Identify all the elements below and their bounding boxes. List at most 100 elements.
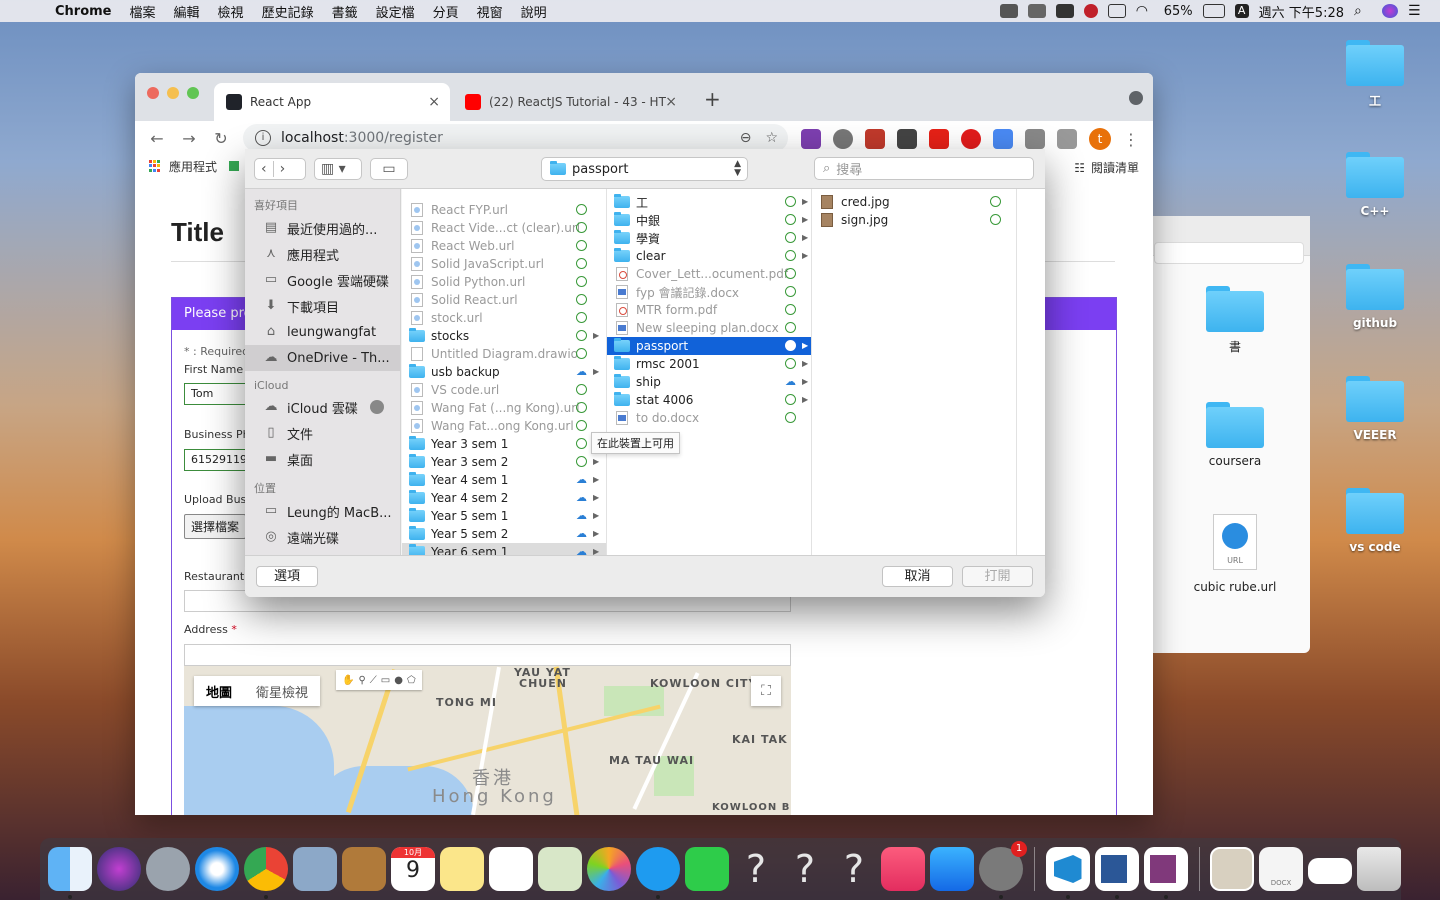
- sidebar-item-icloud-drive[interactable]: ☁ iCloud 雲碟: [245, 394, 400, 420]
- siri-icon[interactable]: [1382, 4, 1398, 18]
- file-row[interactable]: Solid JavaScript.url: [402, 255, 606, 273]
- profile-avatar[interactable]: t: [1089, 128, 1111, 150]
- folder-row[interactable]: ship ☁ ▶: [607, 373, 811, 391]
- folder-row[interactable]: Year 3 sem 2 ▶: [402, 453, 606, 471]
- sidebar-item-home[interactable]: ⌂ leungwangfat: [245, 319, 400, 345]
- polygon-icon[interactable]: ⬠: [407, 675, 416, 686]
- sidebar-item-recents[interactable]: ▤ 最近使用過的...: [245, 215, 400, 241]
- vscode-dock-icon[interactable]: [1045, 847, 1090, 899]
- folder-row[interactable]: 工 ▶: [607, 193, 811, 211]
- file-row[interactable]: Solid Python.url: [402, 273, 606, 291]
- dialog-back-icon[interactable]: ‹: [255, 161, 273, 177]
- block-icon[interactable]: [1083, 4, 1098, 18]
- rectangle-icon[interactable]: ▭: [381, 675, 390, 686]
- safari-dock-icon[interactable]: [195, 847, 239, 891]
- sidebar-item-remote-disc[interactable]: ◎ 遠端光碟: [245, 524, 400, 550]
- bookmark-green-icon[interactable]: [229, 161, 240, 171]
- memory-icon[interactable]: [1107, 4, 1126, 18]
- wifi-icon[interactable]: ◠: [1136, 4, 1154, 18]
- business-phone-input[interactable]: 61529119: [184, 449, 247, 471]
- onenote-dock-icon[interactable]: [1143, 847, 1188, 899]
- file-row[interactable]: VS code.url: [402, 381, 606, 399]
- file-row[interactable]: stock.url: [402, 309, 606, 327]
- tab-react-app[interactable]: React App ×: [214, 83, 450, 121]
- sidebar-item-google-drive[interactable]: ▭ Google 雲端硬碟: [245, 267, 400, 293]
- file-row[interactable]: Cover_Lett...ocument.pdf: [607, 265, 811, 283]
- settings-extension-icon[interactable]: [833, 129, 853, 149]
- file-row[interactable]: React Web.url: [402, 237, 606, 255]
- folder-row[interactable]: Year 5 sem 1 ☁ ▶: [402, 507, 606, 525]
- sync-icon[interactable]: [1027, 4, 1046, 18]
- location-popup[interactable]: passport ▲ ▼: [541, 157, 748, 181]
- menu-bookmarks[interactable]: 書籤: [323, 2, 367, 21]
- menu-history[interactable]: 歷史記錄: [253, 2, 323, 21]
- map-tab-satellite[interactable]: 衛星檢視: [244, 682, 320, 701]
- maps-dock-icon[interactable]: [538, 847, 582, 891]
- forward-icon[interactable]: →: [173, 129, 205, 148]
- finder-item-cubic-rube[interactable]: URL cubic rube.url: [1175, 514, 1295, 594]
- onenote-extension-icon[interactable]: [801, 129, 821, 149]
- file-row[interactable]: cred.jpg: [812, 193, 1016, 211]
- file-row[interactable]: New sleeping plan.docx: [607, 319, 811, 337]
- siri-dock-icon[interactable]: [97, 847, 141, 891]
- file-row[interactable]: Solid React.url: [402, 291, 606, 309]
- finder-dock-icon[interactable]: [48, 847, 92, 899]
- cloud-upload-icon[interactable]: [1055, 4, 1074, 18]
- hand-extension-icon[interactable]: [961, 129, 981, 149]
- word-dock-icon[interactable]: [1094, 847, 1139, 899]
- unknown-app-icon[interactable]: ?: [734, 847, 778, 891]
- file-row[interactable]: Untitled Diagram.drawio: [402, 345, 606, 363]
- desktop-folder-vscode[interactable]: vs code: [1330, 488, 1420, 554]
- reading-list[interactable]: ☷ 閱讀清單: [1074, 159, 1139, 176]
- trash-dock-icon[interactable]: [1357, 847, 1401, 891]
- menu-app-name[interactable]: Chrome: [46, 4, 121, 19]
- file-row[interactable]: React FYP.url: [402, 201, 606, 219]
- new-tab-icon[interactable]: +: [704, 87, 721, 111]
- menu-profiles[interactable]: 設定檔: [367, 2, 424, 21]
- sidebar-item-onedrive[interactable]: ☁ OneDrive - Th...: [245, 345, 400, 371]
- desktop-folder-cpp[interactable]: C++: [1330, 152, 1420, 218]
- folder-row[interactable]: 中銀 ▶: [607, 211, 811, 229]
- photos-dock-icon[interactable]: [587, 847, 631, 891]
- folder-row[interactable]: rmsc 2001 ▶: [607, 355, 811, 373]
- folder-row[interactable]: Year 5 sem 2 ☁ ▶: [402, 525, 606, 543]
- tab-search-icon[interactable]: [1129, 91, 1143, 105]
- folder-row[interactable]: 學資 ▶: [607, 229, 811, 247]
- folder-row[interactable]: Year 4 sem 2 ☁ ▶: [402, 489, 606, 507]
- folder-row[interactable]: clear ▶: [607, 247, 811, 265]
- desktop-folder-veeer[interactable]: VEEER: [1330, 376, 1420, 442]
- tab-youtube[interactable]: (22) ReactJS Tutorial - 43 - HT ×: [457, 83, 687, 121]
- media-control-icon[interactable]: [1057, 129, 1077, 149]
- menu-window[interactable]: 視窗: [468, 2, 512, 21]
- file-row[interactable]: MTR form.pdf: [607, 301, 811, 319]
- cancel-button[interactable]: 取消: [882, 566, 953, 587]
- launchpad-dock-icon[interactable]: [146, 847, 190, 891]
- notes-dock-icon[interactable]: [440, 847, 484, 891]
- file-row[interactable]: to do.docx: [607, 409, 811, 427]
- polyline-icon[interactable]: ⟋: [370, 675, 377, 686]
- bookmark-apps[interactable]: 應用程式: [169, 158, 217, 175]
- feather-extension-icon[interactable]: [897, 129, 917, 149]
- menu-file[interactable]: 檔案: [121, 2, 165, 21]
- file-row[interactable]: fyp 會議記錄.docx: [607, 283, 811, 301]
- menu-help[interactable]: 說明: [512, 2, 556, 21]
- menu-tab[interactable]: 分頁: [424, 2, 468, 21]
- view-mode-button[interactable]: ▥ ▾: [314, 158, 362, 180]
- first-name-input[interactable]: Tom: [184, 383, 246, 405]
- puzzle-game-extension-icon[interactable]: [865, 129, 885, 149]
- desktop-folder-gong[interactable]: 工: [1330, 40, 1420, 109]
- chrome-dock-icon[interactable]: [244, 847, 288, 899]
- app-store-dock-icon[interactable]: [930, 847, 974, 891]
- desktop-folder-github[interactable]: github: [1330, 264, 1420, 330]
- finder-item-shu[interactable]: 書: [1175, 286, 1295, 355]
- map-view[interactable]: YAU YAT CHUEN KOWLOON CITY TONG MI KAI T…: [184, 666, 791, 815]
- file-row[interactable]: Wang Fat...ong Kong.url: [402, 417, 606, 435]
- facetime-dock-icon[interactable]: [685, 847, 729, 891]
- pan-hand-icon[interactable]: ✋: [342, 675, 354, 686]
- folder-row[interactable]: Year 4 sem 1 ☁ ▶: [402, 471, 606, 489]
- back-icon[interactable]: ←: [141, 129, 173, 148]
- menu-edit[interactable]: 編輯: [165, 2, 209, 21]
- unknown-app-icon[interactable]: ?: [783, 847, 827, 891]
- folder-row[interactable]: Year 6 sem 1 ☁ ▶: [402, 543, 606, 555]
- system-preferences-dock-icon[interactable]: 1: [979, 841, 1027, 899]
